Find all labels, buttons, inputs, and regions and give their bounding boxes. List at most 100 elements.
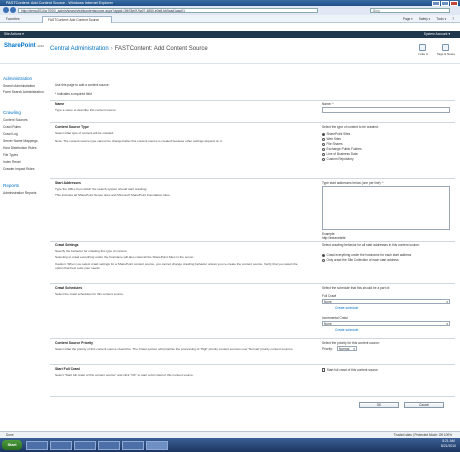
breadcrumb: Central Administration › FASTContent: Add … [50,46,208,52]
system-clock[interactable]: 5:21 AM 8/21/2010 [441,439,456,449]
section-divider [50,338,455,339]
clock-date: 8/21/2010 [440,444,456,448]
nav-item-content-sources[interactable]: Content Sources [3,118,28,122]
help-menu[interactable]: ? [452,17,454,21]
start-button[interactable]: Start [2,440,22,450]
radio-icon [322,147,325,151]
maximize-icon[interactable] [441,0,449,6]
start-addresses-textarea[interactable] [322,186,450,230]
type-option-sharepoint[interactable]: SharePoint Sites [322,132,350,136]
start-heading: Start Addresses [55,181,81,185]
example-value: http://intranetsite [322,236,346,240]
incremental-crawl-select[interactable]: None [322,321,450,326]
crawl-description: Specify the behavior for crawling this t… [55,249,128,253]
priority-heading: Content Source Priority [55,341,94,345]
tags-notes-button[interactable]: Tags & Notes [437,44,455,56]
address-input[interactable]: http://demo2010a:7000/_admin/search/edit… [18,7,318,13]
back-icon[interactable] [3,7,9,13]
priority-select-label: Priority: [322,347,333,351]
taskbar-app-icon[interactable] [122,440,144,450]
logo-version: 2010 [37,44,45,48]
page-menu[interactable]: Page ▾ [403,17,413,21]
nav-item-crawl-rules[interactable]: Crawl Rules [3,125,21,129]
incremental-create-schedule-link[interactable]: Create schedule [335,328,358,332]
full-crawl-label: Full Crawl [322,294,337,298]
full-crawl-select[interactable]: None [322,299,450,304]
like-label: I Like It [418,52,428,56]
browser-tab[interactable]: FASTContent: Add Content Source [42,16,112,23]
schedules-description: Select the crawl schedules for this cont… [55,292,124,296]
type-option-lob[interactable]: Line of Business Data [322,152,358,156]
schedules-label: Select the schedule that this should be … [322,286,391,290]
section-divider [50,241,455,242]
nav-item-search-administration[interactable]: Search Administration [3,84,35,88]
radio-icon [322,152,325,156]
minimize-icon[interactable] [432,0,440,6]
start-description: Type the URLs from which the search syst… [55,187,148,191]
taskbar-app-icon[interactable] [50,440,72,450]
type-option-label: SharePoint Sites [326,132,351,136]
window-title: PASTContent: Add Content Source - Window… [6,1,113,5]
ok-button[interactable]: OK [359,402,399,408]
section-divider [50,100,455,101]
favorites-button[interactable]: Favorites [6,17,20,21]
nav-item-index-reset[interactable]: Index Reset [3,160,21,164]
site-actions-menu[interactable]: Site Actions ▾ [4,31,24,38]
radio-icon [322,258,325,262]
close-icon[interactable] [450,0,458,6]
taskbar-app-icon[interactable] [98,440,120,450]
search-input[interactable]: Bing [370,7,450,13]
start-description-2: This includes all SharePoint Server site… [55,193,171,197]
page-intro: Use this page to add a content source. [55,83,110,87]
like-it-button[interactable]: I Like It [418,44,428,56]
taskbar-app-icon[interactable] [26,440,48,450]
crawl-option-hostname[interactable]: Crawl everything under the hostname for … [322,253,411,257]
type-option-web[interactable]: Web Sites [322,137,341,141]
priority-select[interactable]: Normal [337,346,357,351]
nav-heading-reports[interactable]: Reports [3,183,19,188]
name-description: Type a name to describe this content sou… [55,108,117,112]
checkbox-label: Start full crawl of this content source [326,368,378,372]
nav-item-server-name-mappings[interactable]: Server Name Mappings [3,139,38,143]
nav-item-administration-reports[interactable]: Administration Reports [3,191,36,195]
nav-item-crawl-log[interactable]: Crawl Log [3,132,18,136]
crawl-label: Select crawling behavior for all start a… [322,243,420,247]
radio-icon [322,157,325,161]
type-option-exchange[interactable]: Exchange Public Folders [322,147,362,151]
schedules-heading: Crawl Schedules [55,286,83,290]
nav-heading-crawling[interactable]: Crawling [3,110,21,115]
nav-item-crawler-impact-rules[interactable]: Crawler Impact Rules [3,167,35,171]
account-menu[interactable]: System Account ▾ [424,31,450,38]
type-option-custom[interactable]: Custom Repository [322,157,354,161]
start-full-crawl-checkbox[interactable]: Start full crawl of this content source [322,368,378,372]
crawl-option-site-collection[interactable]: Only crawl the Site Collection of each s… [322,258,399,262]
nav-item-farm-search-administration[interactable]: Farm Search Administration [3,90,48,94]
nav-item-host-distribution-rules[interactable]: Host Distribution Rules [3,146,37,150]
full-crawl-create-schedule-link[interactable]: Create schedule [335,306,358,310]
crawl-caution: Caution: When you select crawl settings … [55,262,298,270]
sharepoint-logo[interactable]: SharePoint 2010 [4,43,44,49]
page-title: FASTContent: Add Content Source [114,46,208,52]
taskbar-ie-icon[interactable] [146,440,168,450]
breadcrumb-root[interactable]: Central Administration [50,46,109,52]
status-bar: Done Trusted sites | Protected Mode: Off… [0,431,460,438]
safety-menu[interactable]: Safety ▾ [419,17,431,21]
section-divider [50,283,455,284]
fullcrawl-description: Select "Start full crawl of this content… [55,373,194,377]
checkbox-icon [322,368,326,372]
name-input[interactable] [322,107,450,113]
section-divider [50,122,455,123]
nav-item-file-types[interactable]: File Types [3,153,18,157]
type-option-fileshares[interactable]: File Shares [322,142,343,146]
name-label: Name: * [322,102,334,106]
fullcrawl-heading: Start Full Crawl [55,367,80,371]
required-note: * Indicates a required field [55,92,92,96]
type-option-label: Exchange Public Folders [326,147,362,151]
nav-heading-administration[interactable]: Administration [3,76,32,81]
breadcrumb-separator-icon: › [110,46,113,52]
cancel-button[interactable]: Cancel [404,402,444,408]
taskbar-app-icon[interactable] [74,440,96,450]
forward-icon[interactable] [10,7,16,13]
type-note: Note: The content source type cannot be … [55,139,223,143]
tools-menu[interactable]: Tools ▾ [436,17,446,21]
